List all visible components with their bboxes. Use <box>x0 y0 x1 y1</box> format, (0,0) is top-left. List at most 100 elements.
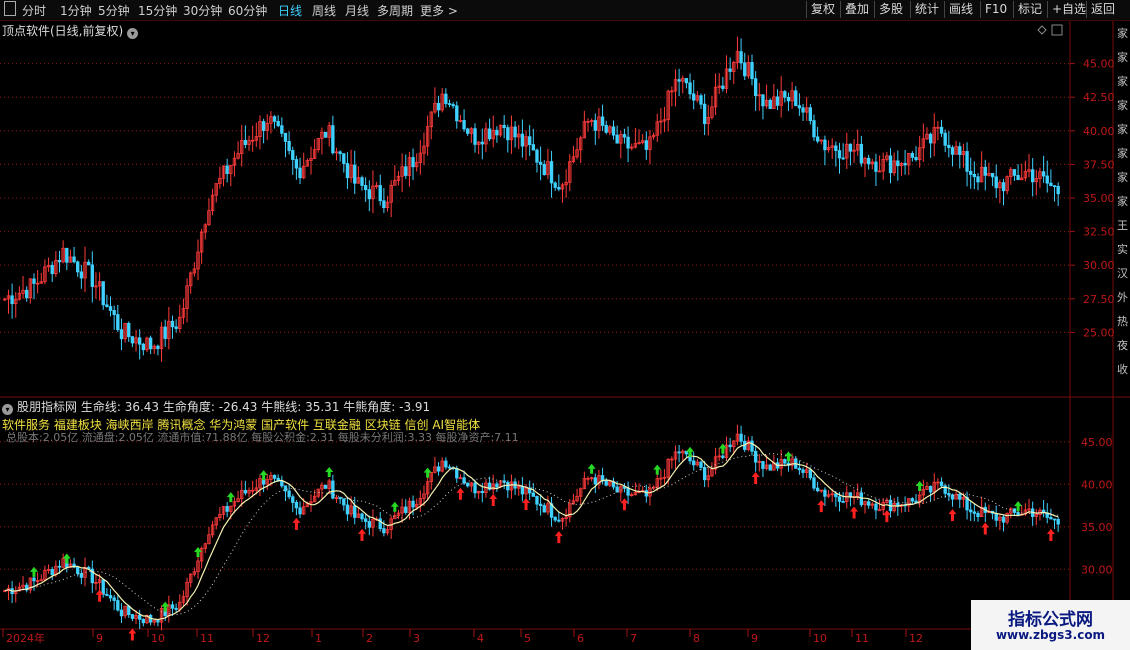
buy-arrow-icon <box>850 506 859 519</box>
candle-body <box>404 166 408 176</box>
period-tab-0[interactable]: 分时 <box>22 2 46 19</box>
sidebar-toggle-icon[interactable] <box>4 1 16 19</box>
candle-body <box>969 509 973 513</box>
candle-body <box>928 486 933 493</box>
candle-body <box>611 126 616 136</box>
right-strip-char: 实 <box>1117 243 1128 256</box>
candle-body <box>615 134 619 144</box>
candle-body <box>225 165 229 174</box>
candle-body <box>90 264 94 287</box>
period-toolbar: 分时 1分钟 5分钟 15分钟 30分钟 60分钟 日线 周线 月线 多周期 更多 > 复权 叠加 多股… <box>0 0 1130 21</box>
toolbar-button-5[interactable]: F10 <box>980 1 1011 18</box>
candle-body <box>225 506 229 512</box>
candle-body <box>283 132 288 142</box>
candle-body <box>108 306 113 311</box>
candle-body <box>163 326 167 339</box>
candle-body <box>958 146 962 155</box>
indicator-value-3: 牛熊角度: -3.91 <box>339 400 431 414</box>
candle-body <box>994 176 998 189</box>
period-tab-6[interactable]: 日线 <box>278 2 302 19</box>
candle-body <box>644 140 648 150</box>
candle-body <box>243 140 248 145</box>
watermark-title: 指标公式网 <box>1008 610 1093 630</box>
candle-body <box>783 91 787 98</box>
candle-body <box>896 160 900 167</box>
period-tab-1[interactable]: 1分钟 <box>60 2 92 19</box>
candle-body <box>101 281 105 306</box>
candle-body <box>506 127 510 141</box>
time-tick-label: 1 <box>315 632 322 645</box>
candle-body <box>859 492 864 506</box>
toolbar-button-8[interactable]: 返回 <box>1086 1 1119 18</box>
toolbar-button-7[interactable]: +自选 <box>1047 1 1090 18</box>
candle-body <box>761 94 765 107</box>
period-tab-3[interactable]: 15分钟 <box>138 2 177 19</box>
candle-body <box>473 128 477 145</box>
toolbar-button-0[interactable]: 复权 <box>806 1 839 18</box>
period-tab-10[interactable]: 更多 > <box>420 2 458 19</box>
price-tick-label: 30.00 <box>1083 259 1115 272</box>
candle-body <box>728 68 732 72</box>
maximize-icon <box>1051 24 1063 36</box>
candle-body <box>739 51 743 64</box>
candle-body <box>783 459 787 464</box>
candle-body <box>170 320 175 328</box>
indicator-tick-label: 30.00 <box>1081 563 1113 576</box>
candle-body <box>294 159 299 169</box>
buy-arrow-icon <box>358 528 367 541</box>
candle-body <box>112 310 116 315</box>
candle-body <box>79 271 84 279</box>
candle-body <box>801 107 805 113</box>
candle-body <box>910 498 915 502</box>
buy-arrow-icon <box>128 628 137 641</box>
candle-body <box>528 136 532 146</box>
candle-body <box>276 120 280 127</box>
toolbar-button-2[interactable]: 多股 <box>874 1 907 18</box>
sell-arrow-icon <box>62 553 71 564</box>
period-tab-8[interactable]: 月线 <box>345 2 369 19</box>
candle-body <box>338 497 342 500</box>
candle-body <box>174 607 178 610</box>
candle-body <box>775 96 780 106</box>
toolbar-button-3[interactable]: 统计 <box>910 1 943 18</box>
candle-body <box>495 483 499 488</box>
watermark-logo: 指标公式网 www.zbgs3.com <box>971 600 1130 650</box>
indicator-tick-label: 45.00 <box>1081 436 1113 449</box>
candle-body <box>436 102 441 111</box>
candle-body <box>360 177 364 186</box>
price-tick-label: 25.00 <box>1083 326 1115 339</box>
price-chart[interactable]: 45.00 42.50 40.00 37.50 35.00 32.50 30.00 27.50… <box>0 21 1130 650</box>
candle-body <box>688 82 692 95</box>
candle-body <box>342 498 346 506</box>
period-tab-5[interactable]: 60分钟 <box>228 2 267 19</box>
indicator-dropdown-icon[interactable]: ▾ <box>2 404 13 415</box>
toolbar-button-4[interactable]: 画线 <box>944 1 977 18</box>
candle-body <box>939 481 944 487</box>
candle-body <box>910 152 915 158</box>
period-tab-4[interactable]: 30分钟 <box>183 2 222 19</box>
diamond-icon <box>1037 25 1047 35</box>
time-tick-label: 6 <box>577 632 584 645</box>
candle-body <box>531 144 535 151</box>
candle-body <box>750 440 754 452</box>
candle-body <box>797 105 802 109</box>
buy-arrow-icon <box>456 487 465 500</box>
candle-body <box>112 597 116 601</box>
time-tick-label: 5 <box>524 632 531 645</box>
time-tick-label: 9 <box>751 632 758 645</box>
period-tab-9[interactable]: 多周期 <box>377 2 413 19</box>
period-tab-7[interactable]: 周线 <box>312 2 336 19</box>
candle-body <box>345 504 350 515</box>
buy-arrow-icon <box>981 522 990 535</box>
candle-body <box>291 496 295 503</box>
toolbar-button-1[interactable]: 叠加 <box>840 1 873 18</box>
candle-body <box>287 141 291 151</box>
candle-body <box>378 185 382 202</box>
sell-arrow-icon <box>390 501 399 512</box>
price-tick-label: 40.00 <box>1083 125 1115 138</box>
candle-body <box>298 507 302 515</box>
period-tab-2[interactable]: 5分钟 <box>98 2 130 19</box>
candle-body <box>593 477 597 485</box>
toolbar-button-6[interactable]: 标记 <box>1013 1 1046 18</box>
candle-body <box>834 145 838 151</box>
